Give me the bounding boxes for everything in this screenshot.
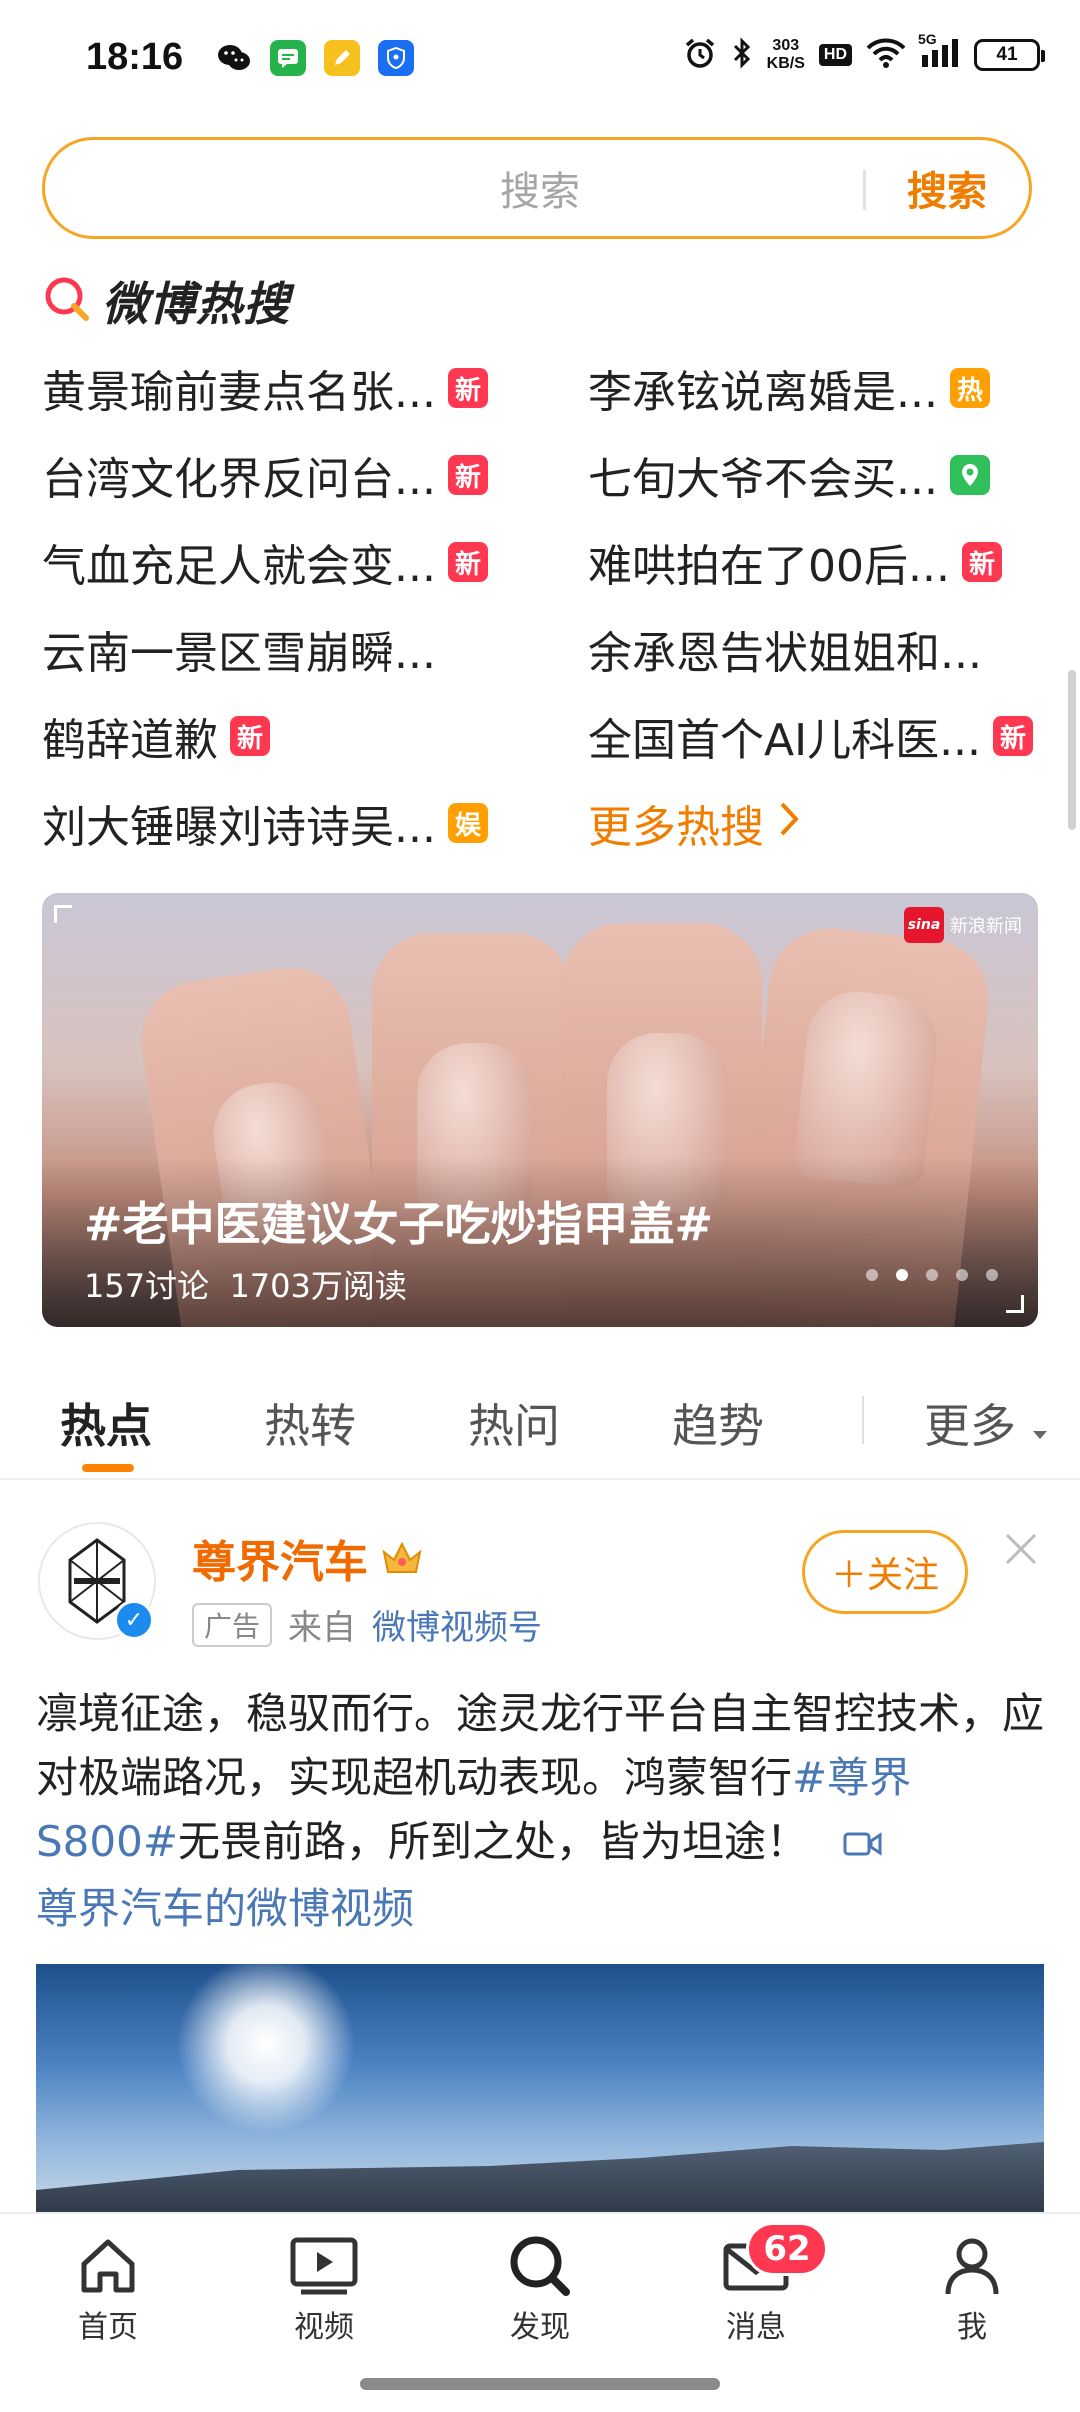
message-count-badge: 62	[746, 2222, 828, 2276]
network-speed: 303 KB/S	[766, 37, 805, 72]
nav-discover[interactable]: 发现	[480, 2234, 600, 2346]
hot-search-item[interactable]: 气血充足人就会变... 新	[42, 530, 488, 594]
new-badge: 新	[230, 716, 270, 756]
video-link[interactable]: 尊界汽车的微博视频	[36, 1884, 414, 1933]
nav-home[interactable]: 首页	[48, 2234, 168, 2346]
verified-badge-icon: ✓	[114, 1600, 154, 1640]
alarm-icon	[683, 36, 717, 74]
status-bar: 18:16 303 KB/S HD 5G 41	[0, 0, 1080, 125]
search-button[interactable]: 搜索	[907, 159, 987, 217]
hd-icon: HD	[818, 44, 852, 66]
nav-profile[interactable]: 我	[912, 2234, 1032, 2346]
carousel-dot-active[interactable]	[896, 1269, 908, 1281]
tab-trends[interactable]: 趋势	[672, 1390, 764, 1456]
search-bar[interactable]: 搜索 搜索	[42, 137, 1032, 239]
active-tab-indicator	[82, 1464, 134, 1472]
hot-search-item[interactable]: 难哄拍在了00后... 新	[588, 530, 1002, 594]
hot-search-item[interactable]: 云南一景区雪崩瞬...	[42, 617, 436, 681]
carousel-dot[interactable]	[986, 1269, 998, 1281]
source-link[interactable]: 微博视频号	[372, 1600, 542, 1649]
entertainment-badge: 娱	[447, 803, 488, 843]
sina-logo-icon: sina	[904, 907, 944, 943]
notes-app-icon	[324, 40, 360, 76]
carousel-dot[interactable]	[866, 1269, 878, 1281]
carousel-dots	[866, 1269, 998, 1281]
status-time: 18:16	[86, 36, 184, 78]
nav-video[interactable]: 视频	[264, 2234, 384, 2346]
ad-tag: 广告	[192, 1602, 273, 1647]
new-badge: 新	[447, 542, 488, 582]
hot-search-item[interactable]: 李承铉说离婚是... 热	[588, 356, 990, 420]
video-camera-icon	[843, 1813, 883, 1877]
home-indicator[interactable]	[360, 2378, 720, 2390]
corner-mark-icon	[1006, 1295, 1024, 1313]
wechat-icon	[216, 40, 252, 76]
new-badge: 新	[993, 716, 1034, 756]
chevron-right-icon	[778, 798, 800, 849]
hot-badge: 热	[949, 368, 990, 408]
location-badge-icon	[949, 455, 990, 495]
hot-search-item[interactable]: 刘大锤曝刘诗诗吴... 娱	[42, 791, 488, 855]
hot-search-item[interactable]: 黄景瑜前妻点名张... 新	[42, 356, 488, 420]
search-icon	[510, 2236, 570, 2296]
home-icon	[81, 2239, 135, 2293]
corner-mark-icon	[54, 905, 72, 923]
hot-search-item[interactable]: 鹤辞道歉 新	[42, 704, 270, 768]
video-icon	[290, 2237, 358, 2295]
wifi-icon	[866, 37, 906, 73]
hot-search-logo-icon	[42, 274, 92, 328]
tab-hot-questions[interactable]: 热问	[468, 1390, 560, 1456]
post-author[interactable]: 尊界汽车	[192, 1526, 424, 1590]
tab-more[interactable]: 更多	[924, 1390, 1049, 1456]
battery-indicator: 41	[974, 39, 1045, 71]
scroll-indicator	[1068, 670, 1076, 830]
banner-stats: 157讨论 1703万阅读	[84, 1267, 407, 1305]
crown-icon	[382, 1541, 422, 1573]
notification-icons	[216, 40, 414, 76]
hot-search-header[interactable]: 微博热搜	[42, 268, 290, 334]
tab-trending-reposts[interactable]: 热转	[264, 1390, 356, 1456]
hot-search-item[interactable]: 全国首个AI儿科医... 新	[588, 704, 1034, 768]
hot-search-title: 微博热搜	[102, 277, 290, 331]
carousel-dot[interactable]	[926, 1269, 938, 1281]
profile-icon	[945, 2238, 999, 2295]
banner-title: #老中医建议女子吃炒指甲盖#	[84, 1197, 714, 1251]
tab-hot[interactable]: 热点	[60, 1390, 152, 1456]
feed-post: ✓ 尊界汽车 广告 来自 微博视频号 ＋关注 凛境征途，稳驭而行。途灵龙行平台自…	[0, 1482, 1080, 2214]
search-input[interactable]: 搜索	[500, 159, 580, 217]
more-hot-search-link[interactable]: 更多热搜	[588, 791, 800, 855]
new-badge: 新	[447, 455, 488, 495]
bluetooth-icon	[731, 36, 753, 74]
hot-search-item[interactable]: 余承恩告状姐姐和...	[588, 617, 982, 681]
banner-source: sina 新浪新闻	[904, 907, 1022, 943]
follow-button[interactable]: ＋关注	[802, 1530, 968, 1614]
triangle-down-icon	[1032, 1431, 1047, 1439]
cellular-signal-icon: 5G	[918, 31, 960, 73]
tab-divider	[862, 1396, 864, 1444]
close-icon[interactable]	[1004, 1526, 1038, 1577]
messages-app-icon	[270, 40, 306, 76]
new-badge: 新	[447, 368, 488, 408]
hot-search-item[interactable]: 七旬大爷不会买...	[588, 443, 990, 507]
post-text: 凛境征途，稳驭而行。途灵龙行平台自主智控技术，应对极端路况，实现超机动表现。鸿蒙…	[36, 1689, 1045, 1933]
hot-search-item[interactable]: 台湾文化界反问台... 新	[42, 443, 488, 507]
video-thumbnail[interactable]	[36, 1964, 1044, 2214]
status-indicators: 303 KB/S HD 5G 41	[683, 31, 1045, 74]
post-meta: 广告 来自 微博视频号	[192, 1600, 542, 1649]
featured-topic-banner[interactable]: sina 新浪新闻 #老中医建议女子吃炒指甲盖# 157讨论 1703万阅读	[42, 893, 1038, 1327]
carousel-dot[interactable]	[956, 1269, 968, 1281]
new-badge: 新	[961, 542, 1002, 582]
search-divider	[863, 170, 866, 210]
security-app-icon	[378, 40, 414, 76]
feed-tabs: 热点 热转 热问 趋势 更多	[0, 1360, 1080, 1480]
